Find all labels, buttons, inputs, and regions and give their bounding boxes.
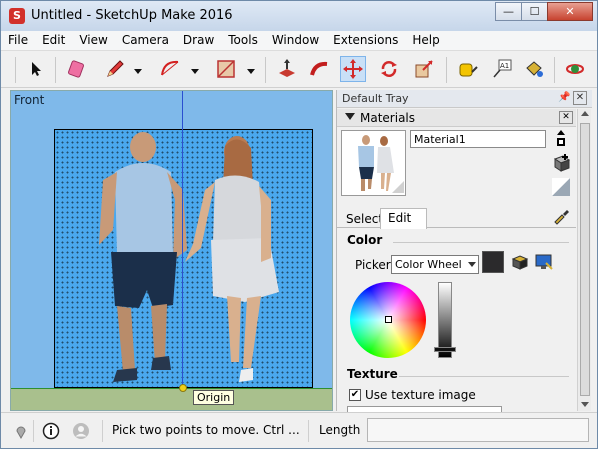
chevron-down-icon[interactable]: [191, 64, 199, 74]
value-slider-handle[interactable]: [434, 347, 456, 352]
status-hint-text: Pick two points to move. Ctrl ...: [112, 423, 300, 437]
match-color-on-screen-icon[interactable]: [533, 251, 555, 273]
collapse-arrow-icon[interactable]: [345, 113, 355, 120]
menu-extensions[interactable]: Extensions: [326, 31, 405, 50]
status-bar: Pick two points to move. Ctrl ... Length: [1, 412, 597, 448]
default-material-icon[interactable]: [550, 176, 572, 198]
divider: [399, 376, 569, 377]
picker-value: Color Wheel: [395, 258, 462, 271]
select-icon[interactable]: [23, 56, 49, 82]
menu-file[interactable]: File: [1, 31, 35, 50]
menu-window[interactable]: Window: [265, 31, 326, 50]
sketchup-window: S Untitled - SketchUp Make 2016 — ☐ ✕ Fi…: [0, 0, 598, 449]
color-section-title: Color: [347, 233, 383, 247]
title-bar: S Untitled - SketchUp Make 2016 — ☐ ✕: [1, 1, 597, 31]
blue-axis-line: [182, 91, 183, 391]
divider: [393, 242, 569, 243]
menu-help[interactable]: Help: [405, 31, 446, 50]
pencil-line-icon[interactable]: [102, 56, 128, 82]
text-icon[interactable]: A1: [489, 56, 515, 82]
menu-draw[interactable]: Draw: [176, 31, 221, 50]
materials-tabs: Select Edit: [337, 208, 576, 229]
default-tray: Default Tray 📌 ✕ Materials ✕ Material1 S…: [336, 90, 592, 412]
match-color-of-object-icon[interactable]: [509, 251, 531, 273]
measurements-input[interactable]: [367, 418, 589, 442]
window-title: Untitled - SketchUp Make 2016: [31, 8, 233, 23]
rectangle-icon[interactable]: [213, 56, 239, 82]
status-divider: [33, 420, 34, 442]
move-icon[interactable]: [340, 56, 366, 82]
paint-bucket-icon[interactable]: [521, 56, 547, 82]
user-account-icon[interactable]: [72, 422, 90, 440]
green-axis-line: [11, 388, 332, 389]
couple-photo: [99, 132, 279, 382]
drawing-viewport[interactable]: Front Origin: [10, 90, 333, 411]
use-texture-checkbox[interactable]: ✔: [349, 389, 361, 401]
status-divider: [308, 420, 309, 442]
use-texture-label: Use texture image: [365, 388, 476, 402]
menu-tools[interactable]: Tools: [221, 31, 265, 50]
measurements-label: Length: [319, 423, 361, 437]
display-secondary-sample-icon[interactable]: [550, 128, 572, 150]
menu-bar: File Edit View Camera Draw Tools Window …: [1, 31, 597, 51]
toolbar-separator: [265, 57, 266, 83]
scroll-down-icon[interactable]: [581, 402, 589, 407]
close-button[interactable]: ✕: [547, 2, 593, 21]
image-entity[interactable]: [54, 129, 313, 388]
minimize-button[interactable]: —: [495, 2, 522, 21]
toolbar-separator: [446, 57, 447, 83]
toolbar-grip: [15, 57, 16, 83]
menu-camera[interactable]: Camera: [115, 31, 176, 50]
tray-title: Default Tray: [342, 92, 409, 105]
tab-edit[interactable]: Edit: [380, 208, 427, 229]
maximize-button[interactable]: ☐: [521, 2, 548, 21]
follow-me-icon[interactable]: [307, 56, 333, 82]
scene-view-label: Front: [14, 93, 45, 107]
tray-header: Default Tray 📌 ✕: [337, 90, 592, 108]
sketchup-logo-icon: S: [9, 8, 25, 24]
menu-edit[interactable]: Edit: [35, 31, 72, 50]
chevron-down-icon[interactable]: [134, 64, 142, 74]
rotate-icon[interactable]: [376, 56, 402, 82]
chevron-down-icon[interactable]: [247, 64, 255, 74]
panel-title: Materials: [360, 111, 416, 125]
status-divider: [102, 420, 103, 442]
tray-scrollbar[interactable]: [577, 109, 591, 411]
scale-icon[interactable]: [411, 56, 437, 82]
material-preview: [341, 130, 406, 196]
close-icon[interactable]: ✕: [573, 91, 587, 105]
toolbar-separator: [554, 57, 555, 83]
pin-icon[interactable]: 📌: [558, 92, 570, 103]
current-color-swatch: [482, 251, 504, 273]
picker-select[interactable]: Color Wheel: [391, 255, 479, 274]
material-name-field[interactable]: Material1: [410, 130, 546, 148]
info-icon[interactable]: [42, 422, 60, 440]
eraser-icon[interactable]: [63, 56, 89, 82]
create-material-icon[interactable]: [550, 152, 572, 174]
ground-plane: [11, 388, 332, 410]
push-pull-icon[interactable]: [274, 56, 300, 82]
eyedropper-icon[interactable]: [552, 207, 570, 228]
texture-section-title: Texture: [347, 367, 398, 381]
svg-text:A1: A1: [500, 62, 509, 70]
main-toolbar: A1: [1, 52, 597, 88]
tape-measure-icon[interactable]: [454, 56, 480, 82]
origin-tooltip: Origin: [193, 390, 235, 405]
materials-panel-header[interactable]: Materials ✕: [337, 109, 576, 127]
geo-location-icon[interactable]: [12, 422, 30, 440]
picker-label: Picker:: [355, 258, 395, 272]
close-icon[interactable]: ✕: [559, 111, 573, 124]
toolbar-separator: [55, 57, 56, 83]
scroll-thumb[interactable]: [580, 123, 590, 396]
menu-view[interactable]: View: [72, 31, 114, 50]
origin-point: [179, 384, 187, 392]
scroll-up-icon[interactable]: [581, 111, 589, 116]
arc-icon[interactable]: [157, 56, 183, 82]
window-controls: — ☐ ✕: [495, 2, 593, 21]
chevron-down-icon[interactable]: [468, 262, 476, 267]
orbit-icon[interactable]: [562, 56, 588, 82]
color-wheel-cursor[interactable]: [385, 316, 392, 323]
